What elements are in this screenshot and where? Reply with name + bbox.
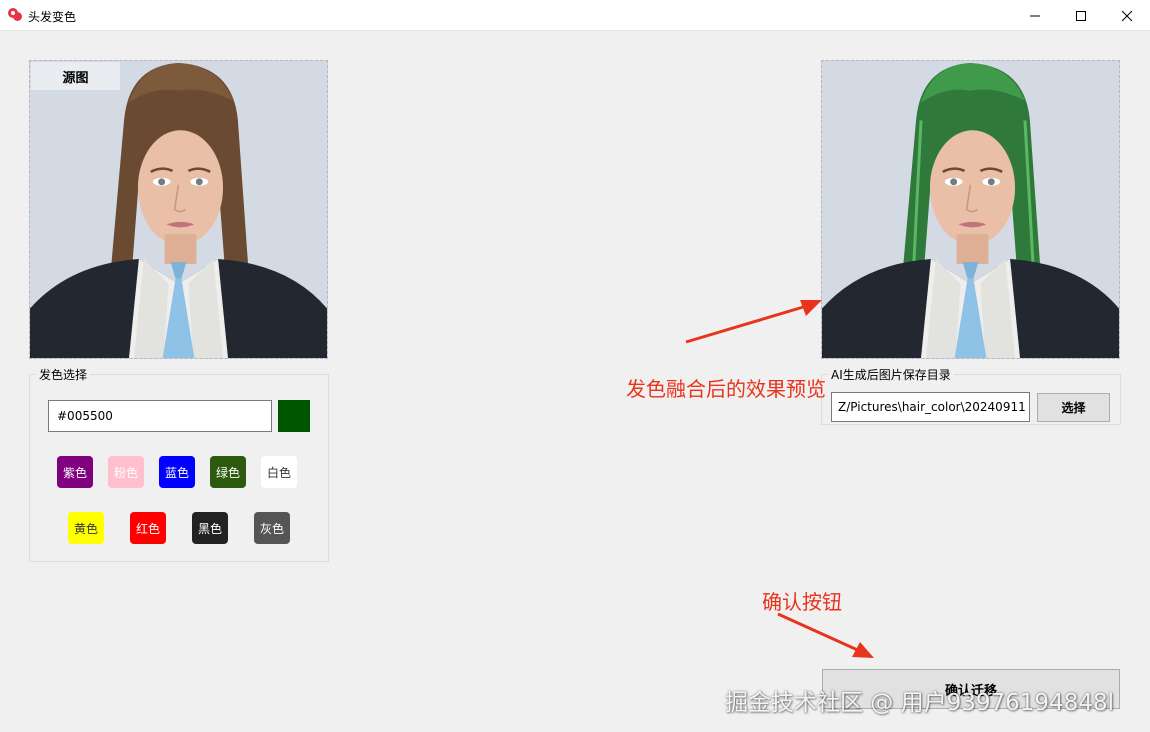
preset-black-button[interactable]: 黑色 [192,512,228,544]
choose-directory-button[interactable]: 选择 [1037,393,1110,422]
result-image-panel [821,60,1120,359]
color-swatch-preview[interactable] [278,400,310,432]
save-directory-group-title: AI生成后图片保存目录 [828,366,954,383]
preset-gray-button[interactable]: 灰色 [254,512,290,544]
result-portrait-image [822,61,1119,358]
maximize-icon [1076,10,1086,21]
hex-color-input[interactable] [48,400,272,432]
window-title: 头发变色 [28,10,77,24]
hair-color-group-title: 发色选择 [36,366,91,383]
preset-purple-button[interactable]: 紫色 [57,456,93,488]
source-portrait-image [30,61,327,358]
close-icon [1121,10,1133,21]
app-icon [8,8,22,21]
minimize-icon [1030,15,1040,16]
annotation-preview-text: 发色融合后的效果预览 [626,377,826,401]
preset-red-button[interactable]: 红色 [130,512,166,544]
source-image-panel[interactable]: 源图 [29,60,328,359]
title-bar: 头发变色 [0,0,1150,31]
preset-blue-button[interactable]: 蓝色 [159,456,195,488]
close-button[interactable] [1104,0,1150,31]
preset-yellow-button[interactable]: 黄色 [68,512,104,544]
maximize-button[interactable] [1058,0,1104,31]
minimize-button[interactable] [1012,0,1058,31]
preset-pink-button[interactable]: 粉色 [108,456,144,488]
watermark: 掘金技术社区 @ 用户93976194848l [725,690,1114,716]
preset-white-button[interactable]: 白色 [261,456,297,488]
source-label: 源图 [31,62,120,90]
save-path-value: Z/Pictures\hair_color\20240911 [838,400,1026,414]
annotation-confirm-text: 确认按钮 [762,590,842,614]
preset-green-button[interactable]: 绿色 [210,456,246,488]
save-path-input[interactable]: Z/Pictures\hair_color\20240911 [831,392,1030,422]
